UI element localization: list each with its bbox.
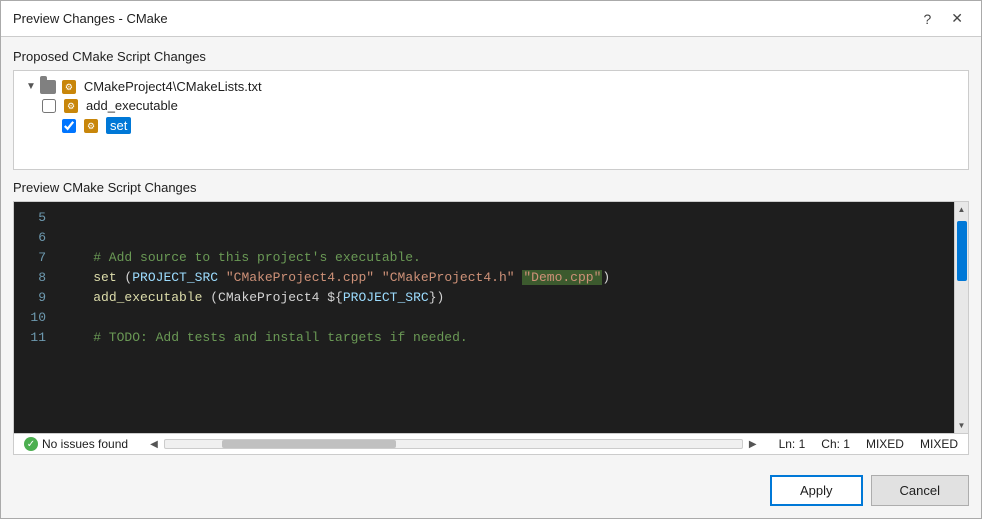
scroll-right-arrow[interactable]: ▶: [747, 439, 759, 450]
cmake-icon-root: ⚙: [62, 80, 76, 94]
set-checkbox[interactable]: [62, 119, 76, 133]
code-area: 5 6 7 8 9 10 11 # Add source to this pro…: [14, 202, 968, 433]
ln-status: Ln: 1: [779, 437, 806, 451]
tree-section-label: Proposed CMake Script Changes: [13, 49, 969, 64]
status-ok-icon: ✓: [24, 437, 38, 451]
encoding-status: MIXED: [920, 437, 958, 451]
preview-section-label: Preview CMake Script Changes: [13, 180, 969, 195]
code-container: 5 6 7 8 9 10 11 # Add source to this pro…: [13, 201, 969, 455]
cmake-icon-set: ⚙: [84, 119, 98, 133]
close-button[interactable]: ✕: [945, 8, 969, 29]
dialog-body: Proposed CMake Script Changes ▼ ⚙ CMakeP…: [1, 37, 981, 467]
scroll-up-arrow[interactable]: ▲: [955, 202, 968, 217]
title-bar: Preview Changes - CMake ? ✕: [1, 1, 981, 37]
no-issues-text: No issues found: [42, 437, 128, 451]
preview-section: Preview CMake Script Changes 5 6 7 8 9 1…: [13, 180, 969, 455]
status-bar: ✓ No issues found ◀ ▶ Ln: 1 Ch: 1 MIXED: [14, 433, 968, 454]
scroll-down-arrow[interactable]: ▼: [955, 418, 968, 433]
button-row: Apply Cancel: [1, 467, 981, 518]
cancel-button[interactable]: Cancel: [871, 475, 969, 506]
apply-button[interactable]: Apply: [770, 475, 863, 506]
tree-item-root[interactable]: ▼ ⚙ CMakeProject4\CMakeLists.txt: [22, 77, 960, 96]
status-info: Ln: 1 Ch: 1 MIXED MIXED: [779, 437, 958, 451]
dialog: Preview Changes - CMake ? ✕ Proposed CMa…: [0, 0, 982, 519]
h-scroll-thumb: [222, 440, 395, 448]
tree-item-root-label: CMakeProject4\CMakeLists.txt: [84, 79, 262, 94]
help-button[interactable]: ?: [917, 9, 937, 29]
vertical-scrollbar[interactable]: ▲ ▼: [954, 202, 968, 433]
tree-panel: ▼ ⚙ CMakeProject4\CMakeLists.txt ⚙ add_e…: [13, 70, 969, 170]
dialog-title: Preview Changes - CMake: [13, 11, 168, 26]
tree-section: Proposed CMake Script Changes ▼ ⚙ CMakeP…: [13, 49, 969, 170]
line-numbers: 5 6 7 8 9 10 11: [14, 202, 54, 433]
h-scroll-track[interactable]: [164, 439, 743, 449]
scroll-left-arrow[interactable]: ◀: [148, 439, 160, 450]
add-executable-checkbox[interactable]: [42, 99, 56, 113]
eol-status: MIXED: [866, 437, 904, 451]
tree-item-add-executable[interactable]: ⚙ add_executable: [22, 96, 960, 115]
code-content: # Add source to this project's executabl…: [54, 202, 954, 433]
scroll-thumb[interactable]: [957, 221, 967, 281]
tree-item-add-executable-label: add_executable: [86, 98, 178, 113]
tree-item-set[interactable]: ⚙ set: [22, 115, 960, 136]
tree-item-set-label: set: [106, 117, 131, 134]
folder-icon: [40, 80, 56, 94]
tree-arrow-icon: ▼: [26, 81, 36, 92]
status-ok-area: ✓ No issues found: [24, 437, 128, 451]
ch-status: Ch: 1: [821, 437, 850, 451]
cmake-icon-add-exe: ⚙: [64, 99, 78, 113]
h-scroll-area[interactable]: ◀ ▶: [148, 439, 759, 450]
